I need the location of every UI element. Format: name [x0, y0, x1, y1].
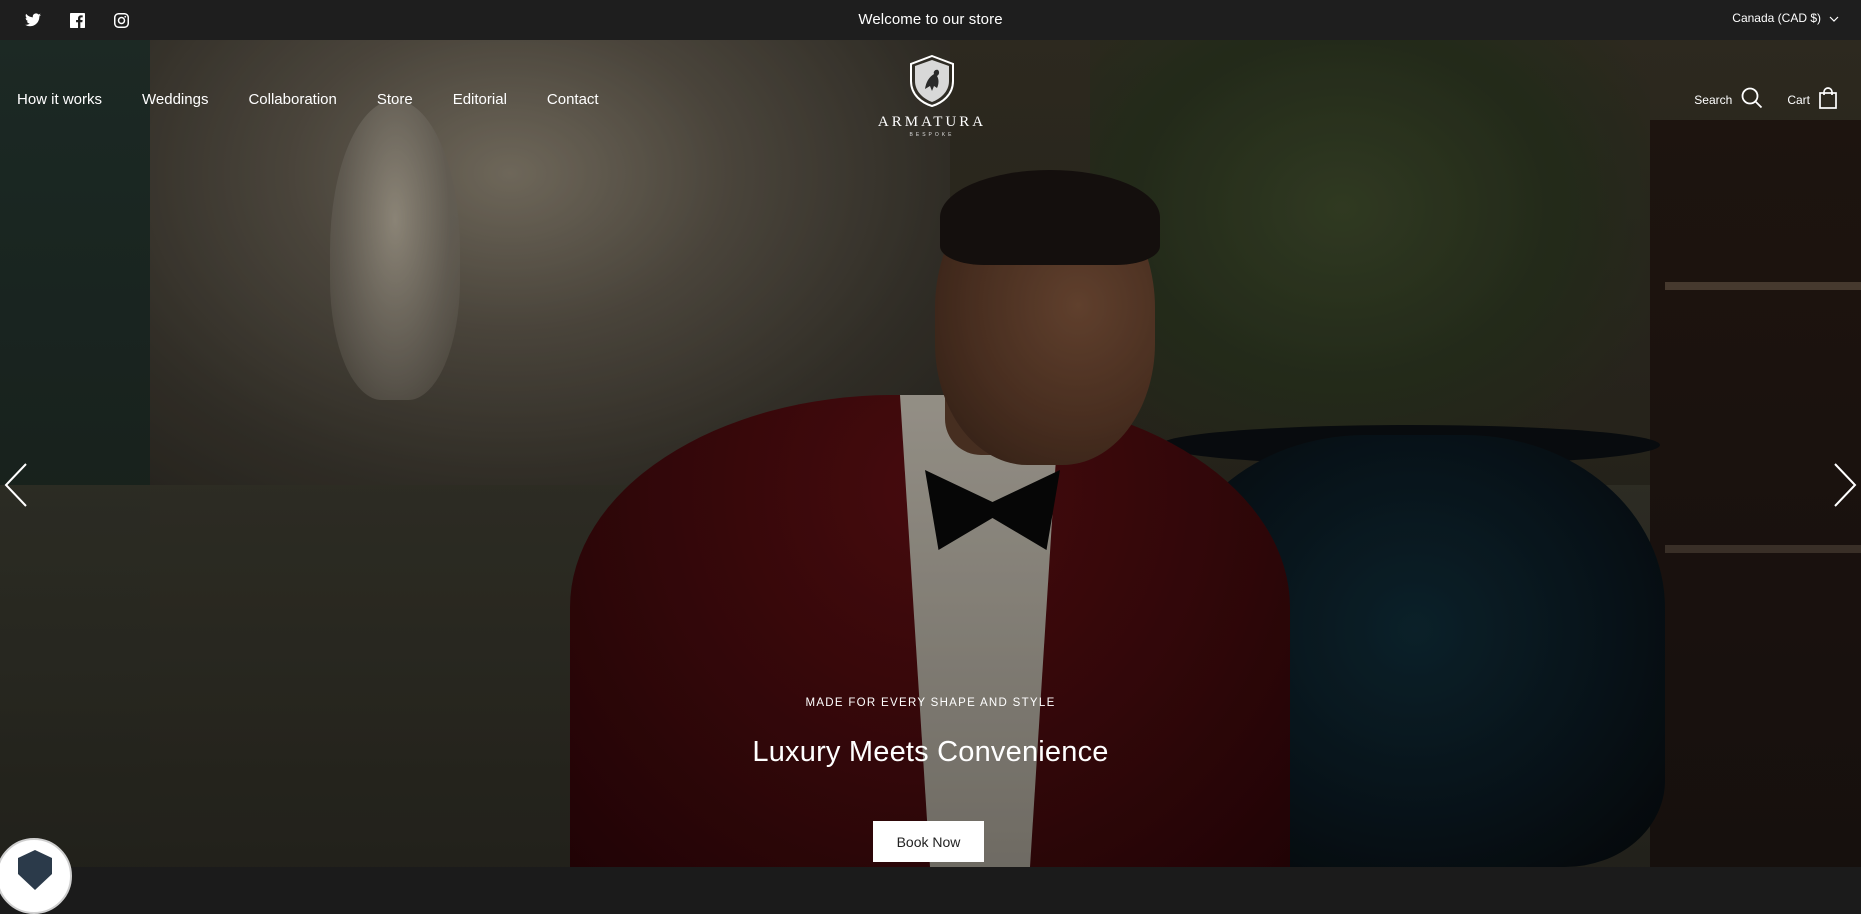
nav-item-collaboration[interactable]: Collaboration — [248, 91, 336, 108]
slideshow-next-arrow[interactable] — [1829, 462, 1859, 508]
hero-subtitle: MADE FOR EVERY SHAPE AND STYLE — [805, 697, 1056, 709]
nav-item-contact[interactable]: Contact — [547, 91, 599, 108]
announcement-text: Welcome to our store — [858, 11, 1003, 28]
social-links — [22, 9, 132, 31]
announcement-bar: Welcome to our store Canada (CAD $) — [0, 0, 1861, 40]
book-now-button[interactable]: Book Now — [873, 821, 984, 862]
twitter-icon[interactable] — [22, 9, 44, 31]
header-actions: Search Cart — [1694, 87, 1837, 112]
search-label: Search — [1694, 92, 1733, 107]
chevron-left-icon — [4, 463, 27, 507]
cart-button[interactable]: Cart — [1787, 87, 1837, 112]
logo-wordmark: ARMATURA — [877, 114, 987, 130]
hero-title: Luxury Meets Convenience — [752, 736, 1109, 768]
chevron-down-icon — [1829, 11, 1839, 25]
shield-badge-icon — [18, 850, 52, 890]
currency-selector[interactable]: Canada (CAD $) — [1732, 11, 1839, 25]
store-logo[interactable]: ARMATURA BESPOKE — [862, 54, 1002, 145]
logo-subtitle: BESPOKE — [909, 132, 955, 138]
main-nav: How it works Weddings Collaboration Stor… — [17, 91, 639, 108]
shopping-bag-icon — [1819, 87, 1837, 112]
currency-label: Canada (CAD $) — [1732, 11, 1821, 25]
shield-icon — [909, 54, 955, 111]
search-button[interactable]: Search — [1694, 87, 1763, 112]
cart-label: Cart — [1787, 92, 1810, 107]
slideshow-prev-arrow[interactable] — [2, 462, 32, 508]
chevron-right-icon — [1834, 463, 1857, 507]
search-icon — [1741, 87, 1763, 112]
nav-item-weddings[interactable]: Weddings — [142, 91, 208, 108]
nav-item-store[interactable]: Store — [377, 91, 413, 108]
nav-item-how-it-works[interactable]: How it works — [17, 91, 102, 108]
floating-badge[interactable] — [0, 838, 72, 914]
facebook-icon[interactable] — [66, 9, 88, 31]
nav-item-editorial[interactable]: Editorial — [453, 91, 507, 108]
instagram-icon[interactable] — [110, 9, 132, 31]
